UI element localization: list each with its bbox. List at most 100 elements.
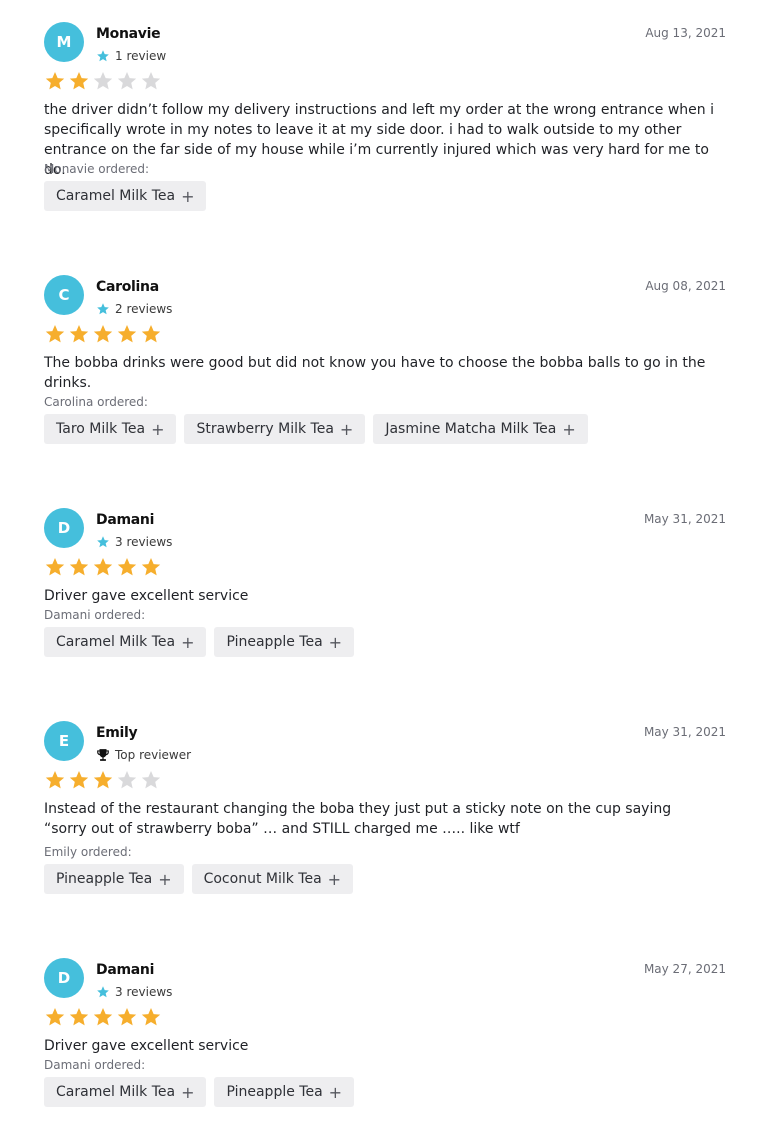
avatar: D — [44, 958, 84, 998]
ordered-item-chip[interactable]: Taro Milk Tea + — [44, 414, 177, 444]
ordered-label: Monavie ordered: — [44, 162, 150, 176]
badge-text: 3 reviews — [115, 535, 173, 549]
star-icon — [97, 50, 109, 62]
rating-star-icon — [117, 1008, 137, 1026]
ordered-item-label: Pineapple Tea — [226, 1084, 323, 1100]
star-rating — [44, 323, 164, 347]
star-rating — [44, 556, 164, 580]
badge-text: 3 reviews — [115, 985, 173, 999]
rating-star-icon — [93, 72, 113, 90]
ordered-item-chip[interactable]: Jasmine Matcha Milk Tea + — [373, 414, 588, 444]
avatar: M — [44, 22, 84, 62]
rating-star-icon — [141, 1008, 161, 1026]
avatar: E — [44, 721, 84, 761]
rating-star-icon — [141, 325, 161, 343]
ordered-item-label: Strawberry Milk Tea — [196, 421, 334, 437]
rating-star-icon — [93, 771, 113, 789]
plus-icon: + — [181, 632, 195, 652]
plus-icon: + — [151, 419, 165, 439]
badge-text: Top reviewer — [115, 748, 192, 762]
ordered-item-chip[interactable]: Coconut Milk Tea + — [191, 864, 354, 894]
rating-star-icon — [93, 325, 113, 343]
rating-star-icon — [141, 72, 161, 90]
ordered-item-label: Pineapple Tea — [56, 871, 153, 887]
star-icon — [97, 986, 109, 998]
rating-star-icon — [69, 558, 89, 576]
review-card: D Damani 3 reviews May 31, 2021 Driver gave … — [44, 508, 726, 657]
ordered-item-chip[interactable]: Caramel Milk Tea + — [44, 1077, 207, 1107]
review-text: Instead of the restaurant changing the b… — [44, 801, 672, 837]
rating-star-icon — [69, 771, 89, 789]
rating-star-icon — [117, 325, 137, 343]
badge-text: 1 review — [115, 49, 167, 63]
plus-icon: + — [328, 1082, 343, 1102]
reviewer-name[interactable]: Monavie — [96, 26, 161, 42]
review-card: E Emily Top reviewer May 31, 2021 Instead of… — [44, 721, 726, 894]
plus-icon: + — [328, 632, 343, 652]
plus-icon: + — [181, 1082, 195, 1102]
plus-icon: + — [562, 419, 576, 439]
ordered-items: Caramel Milk Tea + — [44, 181, 207, 211]
star-icon — [97, 536, 109, 548]
ordered-item-label: Caramel Milk Tea — [56, 634, 176, 650]
plus-icon: + — [158, 869, 172, 889]
ordered-label: Emily ordered: — [44, 845, 132, 859]
ordered-items: Taro Milk Tea + Strawberry Milk Tea + Jasmin… — [44, 414, 588, 444]
ordered-item-label: Caramel Milk Tea — [56, 1084, 176, 1100]
ordered-label: Carolina ordered: — [44, 395, 148, 409]
plus-icon: + — [327, 869, 342, 889]
avatar: C — [44, 275, 84, 315]
star-rating — [44, 1006, 164, 1030]
review-date: May 31, 2021 — [643, 512, 726, 526]
review-card: C Carolina 2 reviews Aug 08, 2021 The bobba … — [44, 275, 726, 444]
reviewer-name[interactable]: Emily — [96, 725, 138, 741]
star-rating — [44, 70, 164, 94]
trophy-icon — [97, 749, 109, 761]
reviewer-badge: Top reviewer — [96, 746, 191, 764]
ordered-item-chip[interactable]: Pineapple Tea + — [214, 627, 355, 657]
ordered-item-label: Coconut Milk Tea — [203, 871, 322, 887]
rating-star-icon — [45, 72, 65, 90]
rating-star-icon — [141, 558, 161, 576]
ordered-item-chip[interactable]: Strawberry Milk Tea + — [184, 414, 366, 444]
badge-text: 2 reviews — [115, 302, 173, 316]
ordered-item-chip[interactable]: Pineapple Tea + — [214, 1077, 355, 1107]
ordered-item-chip[interactable]: Pineapple Tea + — [44, 864, 184, 894]
avatar: D — [44, 508, 84, 548]
reviewer-name[interactable]: Damani — [96, 512, 154, 528]
rating-star-icon — [45, 1008, 65, 1026]
ordered-label: Damani ordered: — [44, 608, 146, 622]
ordered-item-chip[interactable]: Caramel Milk Tea + — [44, 181, 207, 211]
reviewer-name[interactable]: Carolina — [96, 279, 159, 295]
star-icon — [97, 303, 109, 315]
ordered-item-label: Pineapple Tea — [226, 634, 323, 650]
rating-star-icon — [45, 325, 65, 343]
rating-star-icon — [69, 72, 89, 90]
review-date: Aug 13, 2021 — [645, 26, 726, 40]
review-date: May 27, 2021 — [643, 962, 726, 976]
rating-star-icon — [117, 558, 137, 576]
ordered-items: Pineapple Tea + Coconut Milk Tea + — [44, 864, 354, 894]
ordered-items: Caramel Milk Tea + Pineapple Tea + — [44, 1077, 355, 1107]
rating-star-icon — [45, 771, 65, 789]
plus-icon: + — [181, 186, 195, 206]
ordered-item-label: Taro Milk Tea — [56, 421, 146, 437]
star-rating — [44, 769, 164, 793]
review-card: D Damani 3 reviews May 27, 2021 Driver gave … — [44, 958, 726, 1107]
review-text: The bobba drinks were good but did not k… — [44, 355, 706, 391]
review-text: Driver gave excellent service — [44, 588, 249, 604]
review-text: Driver gave excellent service — [44, 1038, 249, 1054]
ordered-item-chip[interactable]: Caramel Milk Tea + — [44, 627, 207, 657]
plus-icon: + — [339, 419, 354, 439]
review-date: May 31, 2021 — [643, 725, 726, 739]
ordered-items: Caramel Milk Tea + Pineapple Tea + — [44, 627, 355, 657]
reviewer-name[interactable]: Damani — [96, 962, 154, 978]
reviewer-badge: 2 reviews — [96, 300, 172, 318]
rating-star-icon — [93, 558, 113, 576]
ordered-item-label: Caramel Milk Tea — [56, 188, 176, 204]
reviewer-badge: 3 reviews — [96, 983, 172, 1001]
rating-star-icon — [141, 771, 161, 789]
reviewer-badge: 1 review — [96, 47, 166, 65]
review-date: Aug 08, 2021 — [645, 279, 726, 293]
review-card: M Monavie 1 review Aug 13, 2021 the driver d… — [44, 22, 726, 211]
